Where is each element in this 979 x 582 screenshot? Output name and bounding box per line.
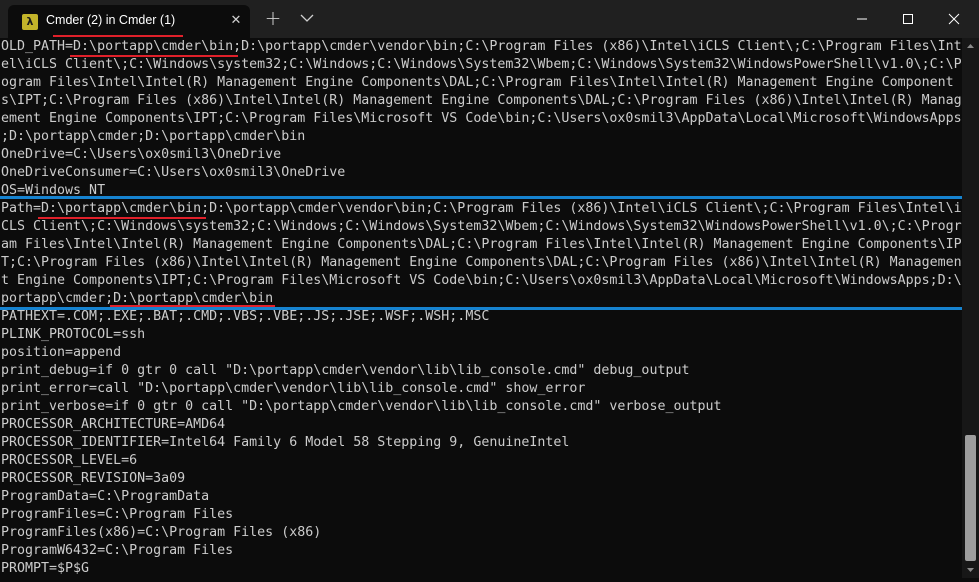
terminal-line: el\iCLS Client\;C:\Windows\system32;C:\W… [1,57,962,72]
chevron-down-icon[interactable] [298,9,316,27]
minimize-button[interactable] [839,0,885,38]
scroll-up-icon[interactable] [962,38,979,54]
terminal-line: print_debug=if 0 gtr 0 call "D:\portapp\… [1,363,690,378]
tab-title-underline [53,35,183,37]
vertical-scrollbar[interactable] [962,38,979,578]
maximize-icon [903,14,913,24]
terminal-line: OneDriveConsumer=C:\Users\ox0smil3\OneDr… [1,165,346,180]
terminal-line: ProgramFiles=C:\Program Files [1,507,234,522]
title-bar: λ Cmder (2) in Cmder (1) ✕ + [0,0,979,38]
terminal-line: PROCESSOR_IDENTIFIER=Intel64 Family 6 Mo… [1,435,570,450]
terminal-line: PROCESSOR_LEVEL=6 [1,453,138,468]
terminal-line: ProgramFiles(x86)=C:\Program Files (x86) [1,525,322,540]
terminal-line: ProgramW6432=C:\Program Files [1,543,234,558]
terminal-line: print_verbose=if 0 gtr 0 call "D:\portap… [1,399,722,414]
terminal-line: s\IPT;C:\Program Files (x86)\Intel\Intel… [1,93,962,108]
terminal-line: am Files\Intel\Intel(R) Management Engin… [1,237,962,252]
terminal-line: PROCESSOR_ARCHITECTURE=AMD64 [1,417,226,432]
minimize-icon [857,18,867,20]
terminal-line: PLINK_PROTOCOL=ssh [1,327,146,342]
scrollbar-thumb[interactable] [965,435,976,561]
terminal-line: ProgramData=C:\ProgramData [1,489,210,504]
terminal-line: print_error=call "D:\portapp\cmder\vendo… [1,381,586,396]
terminal-line: CLS Client\;C:\Windows\system32;C:\Windo… [1,219,962,234]
terminal-line: Path=D:\portapp\cmder\bin;D:\portapp\cmd… [1,201,962,216]
old-path-cmder-bin-underline [70,55,238,57]
maximize-button[interactable] [885,0,931,38]
close-tab-icon[interactable]: ✕ [228,12,244,30]
terminal-line: PATHEXT=.COM;.EXE;.BAT;.CMD;.VBS;.VBE;.J… [1,309,490,324]
terminal-line: PROMPT=$P$G [1,561,90,576]
terminal-line: T;C:\Program Files (x86)\Intel\Intel(R) … [1,255,962,270]
terminal-line: position=append [1,345,122,360]
terminal-line: ;D:\portapp\cmder;D:\portapp\cmder\bin [1,129,306,144]
path-highlight-bottom-rule [0,307,975,310]
terminal-line: ogram Files\Intel\Intel(R) Management En… [1,75,954,90]
path-tail-cmder-bin-underline [110,305,275,307]
path-highlight-top-rule [0,196,975,199]
tab-title: Cmder (2) in Cmder (1) [46,13,176,27]
close-window-button[interactable] [931,0,977,38]
terminal-line: OLD_PATH=D:\portapp\cmder\bin;D:\portapp… [1,39,962,54]
new-tab-button[interactable]: + [263,8,283,28]
cmder-lambda-icon: λ [22,14,38,30]
scroll-down-icon[interactable] [962,562,979,578]
terminal-line: ement Engine Components\IPT;C:\Program F… [1,111,962,126]
close-icon [948,13,960,25]
terminal-line: t Engine Components\IPT;C:\Program Files… [1,273,962,288]
terminal-line: OneDrive=C:\Users\ox0smil3\OneDrive [1,147,282,162]
terminal-line: PROCESSOR_REVISION=3a09 [1,471,186,486]
tab-cmder[interactable]: λ Cmder (2) in Cmder (1) ✕ [8,5,250,38]
path-cmder-bin-underline [38,217,206,219]
